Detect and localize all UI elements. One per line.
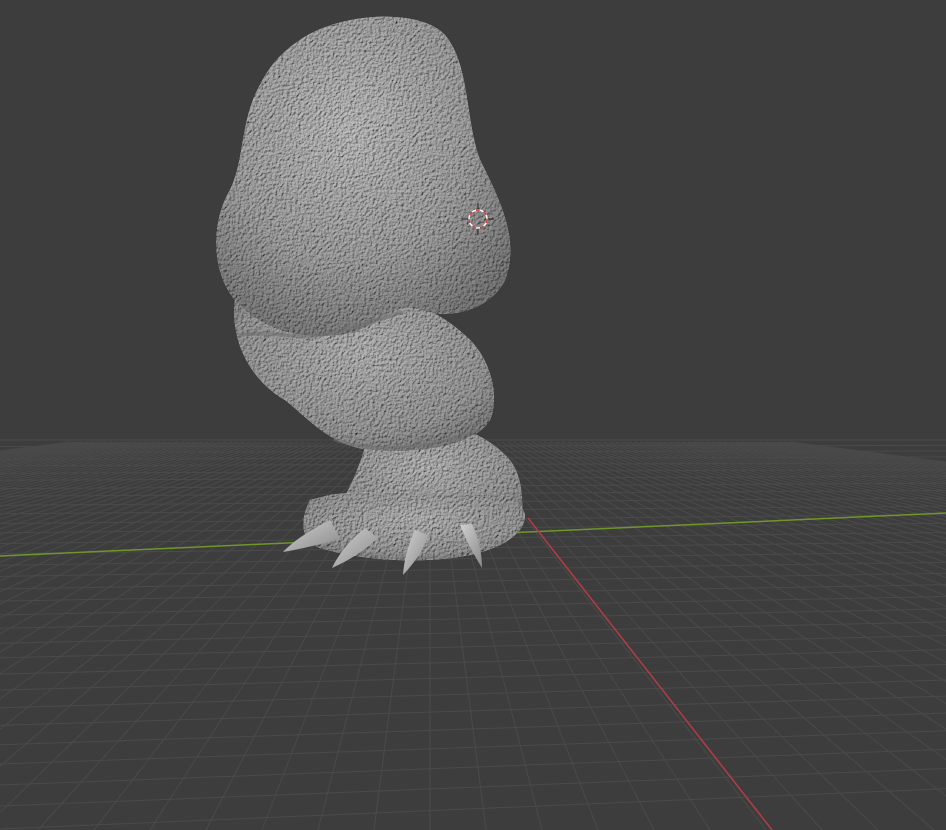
grid-line [0, 441, 197, 482]
grid-line [0, 441, 329, 593]
grid-line [0, 441, 275, 525]
grid-line [0, 441, 233, 498]
grid-line [0, 441, 287, 535]
sculpted-creature-mesh[interactable] [216, 16, 525, 575]
grid-line [0, 695, 946, 726]
mesh-head [216, 16, 511, 337]
grid-line [543, 441, 946, 607]
grid-line [0, 441, 203, 484]
grid-line [0, 441, 257, 512]
grid-line [0, 768, 946, 807]
grid-line [0, 441, 149, 467]
grid-line [0, 748, 946, 786]
grid-line [0, 561, 946, 577]
grid-line [0, 649, 946, 675]
grid-line [0, 679, 946, 709]
grid-line [0, 441, 335, 605]
grid-line [0, 441, 209, 487]
grid-line [0, 788, 946, 830]
grid-line [0, 441, 305, 555]
grid-line [0, 634, 946, 659]
grid-line [0, 441, 137, 465]
grid-line [0, 441, 101, 457]
grid-line [0, 441, 113, 459]
grid-line [0, 441, 191, 480]
grid-line [0, 441, 299, 548]
grid-line [549, 441, 946, 597]
3d-viewport[interactable] [0, 0, 946, 830]
grid-line [0, 441, 119, 461]
grid-line [0, 441, 311, 563]
grid-line [0, 441, 227, 495]
